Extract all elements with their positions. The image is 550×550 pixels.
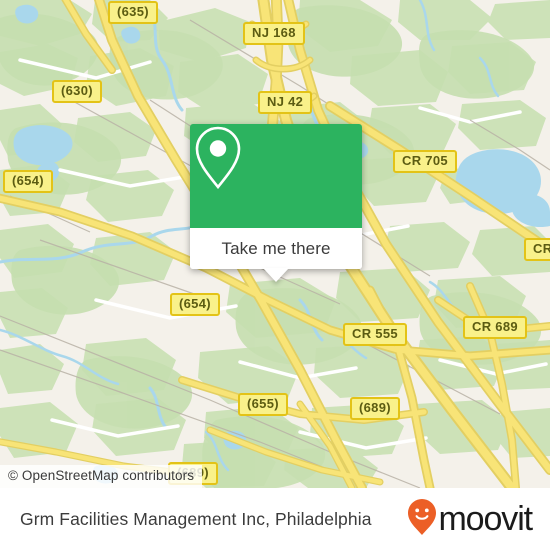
take-me-there-label: Take me there xyxy=(221,238,331,258)
road-label: CR 705 xyxy=(393,150,457,173)
moovit-map-screenshot: (635) NJ 168 (630) NJ 42 CR 705 (654) CR… xyxy=(0,0,550,550)
road-label: CR xyxy=(524,238,550,261)
road-label: (654) xyxy=(170,293,220,316)
callout-pin-area xyxy=(190,124,362,228)
road-label: NJ 168 xyxy=(243,22,305,45)
road-label: (689) xyxy=(350,397,400,420)
footer-bar: Grm Facilities Management Inc, Philadelp… xyxy=(0,488,550,550)
road-label: (635) xyxy=(108,1,158,24)
osm-attribution[interactable]: © OpenStreetMap contributors xyxy=(0,465,203,488)
road-label: CR 555 xyxy=(343,323,407,346)
place-callout-card[interactable]: Take me there xyxy=(190,124,362,282)
moovit-smiling-pin-icon xyxy=(407,498,437,541)
road-label: (655) xyxy=(238,393,288,416)
road-label: (654) xyxy=(3,170,53,193)
road-label: CR 689 xyxy=(463,316,527,339)
place-title: Grm Facilities Management Inc, Philadelp… xyxy=(20,508,372,529)
callout-pointer xyxy=(263,268,289,282)
moovit-logo[interactable]: moovit xyxy=(407,498,533,541)
map-canvas[interactable]: (635) NJ 168 (630) NJ 42 CR 705 (654) CR… xyxy=(0,0,550,488)
moovit-wordmark: moovit xyxy=(438,500,533,538)
road-label: (630) xyxy=(52,80,102,103)
road-label: NJ 42 xyxy=(258,91,313,114)
take-me-there-button[interactable]: Take me there xyxy=(190,228,362,282)
